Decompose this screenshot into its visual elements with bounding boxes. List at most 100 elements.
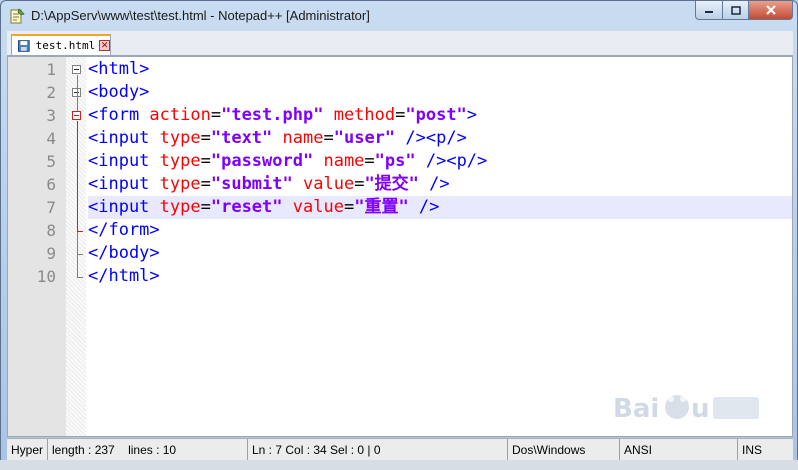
code-token: "test.php" — [221, 105, 324, 125]
saved-file-icon — [18, 39, 30, 52]
code-line[interactable]: </body> — [88, 242, 792, 265]
line-number: 6 — [46, 175, 56, 194]
tab-close-icon[interactable]: ✕ — [99, 40, 110, 51]
current-code-line[interactable]: <input type="reset" value="重置" /> — [88, 196, 792, 219]
code-token: type — [159, 197, 201, 217]
code-token: <input — [88, 151, 160, 171]
tab-test-html[interactable]: test.html ✕ — [11, 34, 111, 55]
maximize-icon — [730, 5, 741, 15]
code-token: "post" — [405, 105, 467, 125]
status-length: length : 237 — [52, 443, 115, 457]
code-line[interactable]: <html> — [88, 58, 792, 81]
line-number-gutter: 1 2 3 4 5 6 7 8 9 10 — [8, 57, 66, 436]
code-token: type — [159, 174, 201, 194]
code-token: action — [149, 105, 211, 125]
code-line[interactable]: </form> — [88, 219, 792, 242]
code-token: <input — [88, 174, 160, 194]
status-bar: Hyper length : 237 lines : 10 Ln : 7 Col… — [7, 438, 793, 461]
notepad-app-icon — [10, 8, 25, 24]
code-token: = — [395, 105, 406, 125]
code-token: method — [333, 105, 396, 125]
code-token: /><p/> — [395, 128, 467, 148]
code-token: <html> — [88, 59, 150, 79]
code-token: = — [323, 128, 334, 148]
code-token: /> — [408, 197, 440, 217]
line-number: 2 — [46, 83, 56, 102]
code-token: </form> — [88, 220, 160, 240]
code-line[interactable]: <input type="password" name="ps" /><p/> — [88, 150, 792, 173]
svg-text:u: u — [691, 394, 710, 424]
window-controls — [695, 1, 793, 21]
fold-guide-line — [77, 74, 78, 111]
code-token: "reset" — [210, 197, 283, 217]
code-token: </body> — [88, 243, 160, 263]
code-token: <input — [88, 197, 160, 217]
code-token: <input — [88, 128, 160, 148]
status-length-lines: length : 237 lines : 10 — [47, 439, 242, 461]
code-token: > — [466, 105, 478, 125]
code-token: "submit" — [210, 174, 293, 194]
code-line[interactable]: </html> — [88, 265, 792, 288]
fold-end-marker — [77, 276, 83, 278]
code-token: = — [200, 197, 211, 217]
fold-toggle-box[interactable] — [72, 111, 81, 120]
code-token: = — [200, 151, 211, 171]
notepad-plus-plus-window: D:\AppServ\www\test\test.html - Notepad+… — [0, 0, 798, 470]
code-token: name — [323, 151, 365, 171]
code-token: /> — [418, 174, 450, 194]
title-bar[interactable]: D:\AppServ\www\test\test.html - Notepad+… — [1, 1, 797, 31]
svg-text:Bai: Bai — [613, 394, 659, 424]
desktop-edge — [0, 460, 798, 470]
code-token: = — [200, 174, 211, 194]
code-token: <form — [88, 105, 150, 125]
code-token: = — [354, 174, 365, 194]
status-encoding: ANSI — [619, 439, 734, 461]
line-number: 10 — [36, 267, 56, 286]
code-editor[interactable]: 1 2 3 4 5 6 7 8 9 10 <html> <body> <form action="te… — [7, 56, 793, 437]
code-token: "password" — [210, 151, 314, 171]
code-token: type — [159, 128, 201, 148]
code-token: type — [159, 151, 201, 171]
status-doc-type: Hyper — [11, 443, 44, 457]
tab-label: test.html — [35, 39, 96, 52]
minimize-button[interactable] — [695, 1, 723, 20]
line-number: 1 — [46, 60, 56, 79]
minimize-icon — [705, 11, 713, 13]
close-icon — [765, 5, 776, 15]
code-line[interactable]: <body> — [88, 81, 792, 104]
status-insert-mode: INS — [737, 439, 792, 461]
status-lines: lines : 10 — [128, 443, 177, 457]
status-position: Ln : 7 Col : 34 Sel : 0 | 0 — [247, 439, 504, 461]
code-token: = — [364, 151, 375, 171]
code-token: <body> — [88, 82, 150, 102]
fold-guide-line-active — [77, 120, 78, 231]
code-token: = — [200, 128, 211, 148]
line-number: 5 — [46, 152, 56, 171]
fold-end-marker — [77, 253, 83, 255]
code-token: value — [292, 197, 344, 217]
code-token: "text" — [210, 128, 273, 148]
status-eol[interactable]: Dos\Windows — [507, 439, 614, 461]
fold-toggle-box[interactable] — [72, 65, 81, 74]
code-token: value — [303, 174, 355, 194]
fold-end-marker — [77, 230, 83, 232]
code-token: = — [343, 197, 355, 217]
code-line[interactable]: <input type="text" name="user" /><p/> — [88, 127, 792, 150]
line-number: 4 — [46, 129, 56, 148]
code-token: "ps" — [374, 151, 416, 171]
tab-strip: test.html ✕ — [7, 31, 793, 56]
code-token: "重置" — [354, 197, 409, 217]
line-number: 3 — [46, 106, 56, 125]
code-token: "提交" — [364, 174, 419, 194]
code-token: "user" — [333, 128, 396, 148]
code-line[interactable]: <input type="submit" value="提交" /> — [88, 173, 792, 196]
code-line[interactable]: <form action="test.php" method="post"> — [88, 104, 792, 127]
code-token: name — [282, 128, 324, 148]
window-title: D:\AppServ\www\test\test.html - Notepad+… — [31, 8, 370, 23]
close-button[interactable] — [749, 1, 793, 20]
maximize-button[interactable] — [723, 1, 749, 20]
